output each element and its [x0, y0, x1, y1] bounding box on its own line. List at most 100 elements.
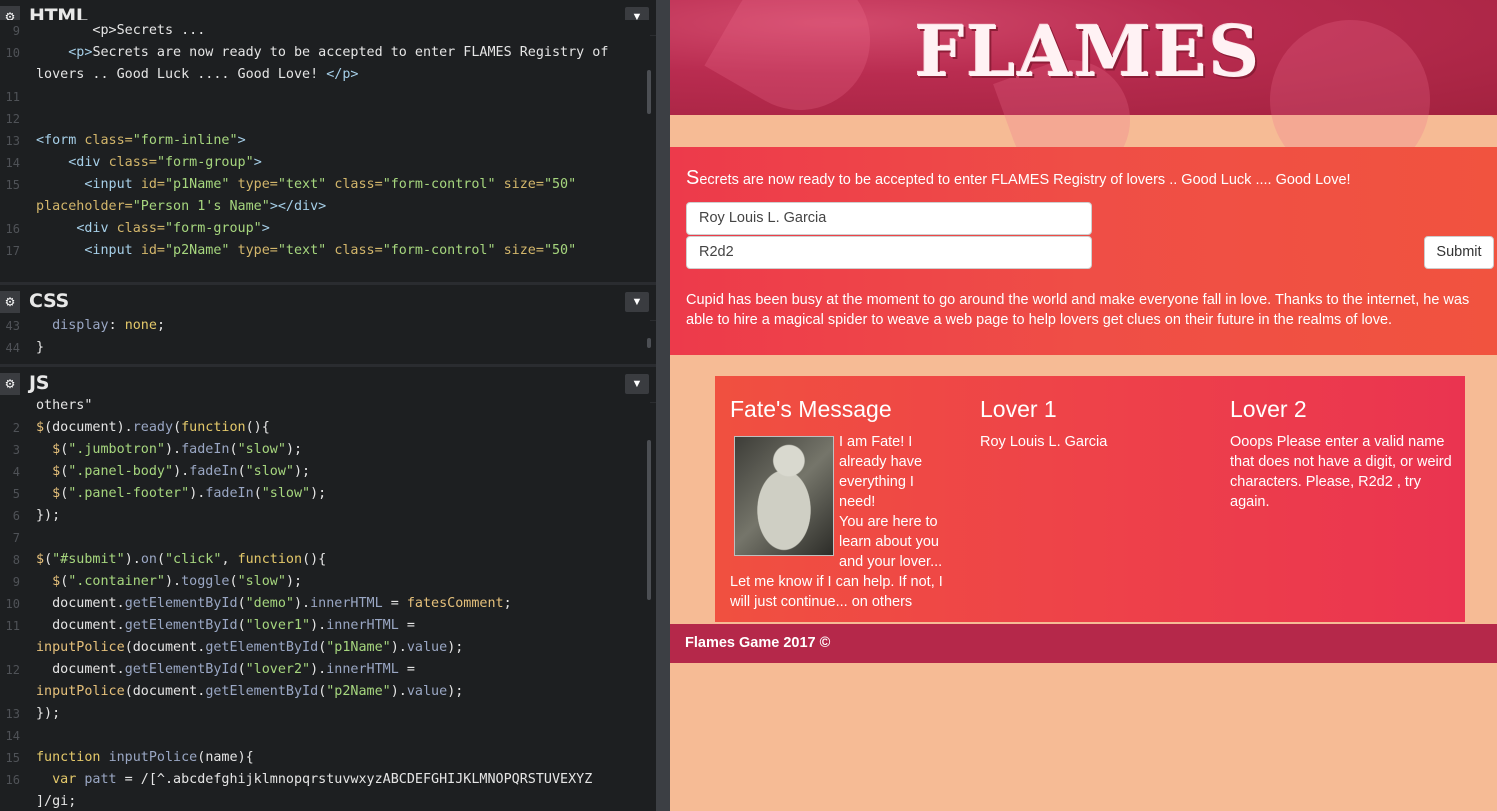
code-line[interactable]: 12 document.getElementById("lover2").inn…: [0, 659, 650, 681]
code-line[interactable]: 2 $(document).ready(function(){: [0, 417, 650, 439]
code-line[interactable]: 11 document.getElementById("lover1").inn…: [0, 615, 650, 637]
code-token: class=: [334, 177, 383, 192]
gear-icon[interactable]: ⚙: [0, 373, 20, 395]
code-line[interactable]: others": [0, 395, 650, 417]
code-line[interactable]: inputPolice(document.getElementById("p2N…: [0, 681, 650, 703]
code-token: ".panel-body": [68, 464, 174, 479]
code-token: class=: [108, 155, 157, 170]
code-token: <div: [76, 221, 117, 236]
code-token: ]/gi;: [36, 794, 77, 809]
code-line[interactable]: 3 $(".jumbotron").fadeIn("slow");: [0, 439, 650, 461]
code-line[interactable]: 9 <p>Secrets ...: [0, 20, 650, 42]
person2-input[interactable]: R2d2: [686, 236, 1092, 269]
code-token: "50": [543, 243, 577, 258]
code-token: (){: [302, 552, 327, 567]
code-line[interactable]: 9 $(".container").toggle("slow");: [0, 571, 650, 593]
code-line[interactable]: 10 <p>Secrets are now ready to be accept…: [0, 42, 650, 64]
code-token: <p>: [68, 45, 93, 60]
chevron-down-icon[interactable]: ▼: [625, 292, 649, 312]
code-token: document.: [36, 618, 125, 633]
code-token: getElementById: [124, 618, 238, 633]
code-text: $(".container").toggle("slow");: [36, 571, 302, 593]
code-token: "p2Name": [165, 243, 238, 258]
code-text: ]/gi;: [36, 791, 76, 811]
code-token: ).: [116, 420, 133, 435]
css-panel-title: CSS: [29, 290, 69, 312]
code-text: <div class="form-group">: [36, 152, 262, 174]
code-token: "form-group": [156, 155, 254, 170]
html-code-area[interactable]: 9 <p>Secrets ... 10 <p>Secrets are now re…: [0, 20, 650, 282]
code-text: });: [36, 505, 60, 527]
chevron-down-icon[interactable]: ▼: [625, 374, 649, 394]
code-line[interactable]: 16 <div class="form-group">: [0, 218, 650, 240]
lover1-text: Roy Louis L. Garcia: [980, 434, 1108, 450]
code-token: "slow": [237, 442, 286, 457]
code-line[interactable]: 7: [0, 527, 650, 549]
code-line[interactable]: 8 $("#submit").on("click", function(){: [0, 549, 650, 571]
code-token: type=: [237, 177, 278, 192]
code-line[interactable]: 11: [0, 86, 650, 108]
code-line[interactable]: 44}: [0, 337, 650, 359]
js-scrollbar[interactable]: [647, 440, 651, 600]
code-token: <p>Secrets ...: [36, 23, 206, 38]
js-panel-title: JS: [29, 372, 50, 394]
code-token: (: [44, 552, 53, 567]
code-line[interactable]: ]/gi;: [0, 791, 650, 811]
lover2-title: Lover 2: [1230, 396, 1307, 422]
code-text: <p>Secrets ...: [36, 20, 205, 42]
code-token: <input: [84, 177, 141, 192]
code-token: <form: [36, 133, 85, 148]
code-text: <div class="form-group">: [36, 218, 270, 240]
code-line[interactable]: 15 function inputPolice(name){: [0, 747, 650, 769]
code-token: function: [36, 750, 109, 765]
code-token: "form-control": [382, 177, 504, 192]
code-line[interactable]: 6});: [0, 505, 650, 527]
submit-button[interactable]: Submit: [1424, 236, 1494, 269]
line-number: 13: [5, 707, 20, 721]
code-line[interactable]: lovers .. Good Luck .... Good Love! </p>: [0, 64, 650, 86]
gear-icon[interactable]: ⚙: [0, 291, 20, 313]
line-number: 10: [5, 46, 20, 60]
line-number: 16: [5, 222, 20, 236]
code-line[interactable]: 14: [0, 725, 650, 747]
code-line[interactable]: 10 document.getElementById("demo").inner…: [0, 593, 650, 615]
code-line[interactable]: 5 $(".panel-footer").fadeIn("slow");: [0, 483, 650, 505]
code-token: =: [382, 596, 407, 611]
jumbotron: Secrets are now ready to be accepted to …: [670, 147, 1497, 355]
code-text: function inputPolice(name){: [36, 747, 254, 769]
code-token: (: [229, 442, 238, 457]
code-line[interactable]: 17 <input id="p2Name" type="text" class=…: [0, 240, 650, 262]
resize-gutter[interactable]: [656, 0, 670, 811]
code-line[interactable]: placeholder="Person 1's Name"></div>: [0, 196, 650, 218]
js-code-area[interactable]: others" 2 $(document).ready(function(){3 $…: [0, 395, 650, 811]
code-line[interactable]: 43 display: none;: [0, 315, 650, 337]
code-line[interactable]: 13});: [0, 703, 650, 725]
code-line[interactable]: 15 <input id="p1Name" type="text" class=…: [0, 174, 650, 196]
html-scrollbar[interactable]: [647, 70, 651, 114]
line-number: 14: [5, 156, 20, 170]
code-token: (: [253, 486, 262, 501]
line-number: 12: [5, 112, 20, 126]
code-line[interactable]: 14 <div class="form-group">: [0, 152, 650, 174]
code-token: $: [36, 420, 45, 435]
person1-input[interactable]: Roy Louis L. Garcia: [686, 202, 1092, 235]
page-footer: Flames Game 2017 ©: [670, 624, 1497, 663]
code-text: inputPolice(document.getElementById("p1N…: [36, 637, 463, 659]
fate-title: Fate's Message: [730, 396, 892, 422]
code-line[interactable]: inputPolice(document.getElementById("p1N…: [0, 637, 650, 659]
css-code-area[interactable]: 43 display: none; 44}: [0, 315, 650, 363]
code-token: "#submit": [52, 552, 125, 567]
code-line[interactable]: 12: [0, 108, 650, 130]
code-line[interactable]: 16 var patt = /[^.abcdefghijklmnopqrstuv…: [0, 769, 650, 791]
code-line[interactable]: 4 $(".panel-body").fadeIn("slow");: [0, 461, 650, 483]
code-line[interactable]: 13 <form class="form-inline">: [0, 130, 650, 152]
code-token: (: [237, 464, 246, 479]
line-number: 6: [12, 509, 20, 523]
code-text: inputPolice(document.getElementById("p2N…: [36, 681, 463, 703]
code-token: others": [36, 398, 93, 413]
css-scrollbar[interactable]: [647, 338, 651, 348]
code-token: ;: [156, 318, 165, 333]
